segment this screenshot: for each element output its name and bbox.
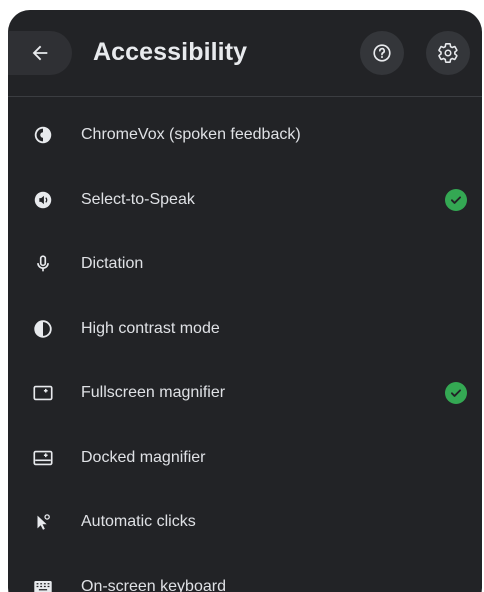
enabled-check-icon [445, 382, 467, 405]
item-label: Automatic clicks [81, 513, 196, 531]
list-item-on-screen-keyboard[interactable]: On-screen keyboard [8, 555, 482, 592]
auto-click-icon [32, 511, 54, 533]
chromevox-icon [32, 124, 54, 146]
keyboard-icon [32, 576, 54, 592]
item-label: On-screen keyboard [81, 577, 226, 592]
docked-magnifier-icon [32, 447, 54, 469]
contrast-icon [32, 318, 54, 340]
accessibility-panel: Accessibility ChromeVox (spoken feedback… [8, 10, 482, 592]
header: Accessibility [8, 10, 482, 97]
item-label: Docked magnifier [81, 448, 206, 466]
item-label: ChromeVox (spoken feedback) [81, 126, 301, 144]
enabled-check-icon [445, 188, 467, 211]
list-item-fullscreen-magnifier[interactable]: Fullscreen magnifier [8, 361, 482, 426]
item-label: Fullscreen magnifier [81, 384, 226, 402]
list-item-dictation[interactable]: Dictation [8, 232, 482, 297]
item-label: Select-to-Speak [81, 190, 195, 208]
settings-button[interactable] [426, 31, 470, 75]
microphone-icon [32, 253, 54, 275]
item-label: Dictation [81, 255, 144, 273]
list-item-chromevox[interactable]: ChromeVox (spoken feedback) [8, 103, 482, 168]
gear-icon [438, 43, 458, 63]
help-circle-icon [373, 44, 391, 62]
fullscreen-magnifier-icon [32, 382, 54, 404]
back-button[interactable] [8, 31, 72, 75]
accessibility-feature-list: ChromeVox (spoken feedback) Select-to-Sp… [8, 103, 482, 592]
help-button[interactable] [360, 31, 404, 75]
arrow-back-icon [32, 45, 48, 61]
select-to-speak-icon [32, 189, 54, 211]
list-item-docked-magnifier[interactable]: Docked magnifier [8, 426, 482, 491]
page-title: Accessibility [93, 38, 248, 66]
list-item-select-to-speak[interactable]: Select-to-Speak [8, 168, 482, 233]
list-item-automatic-clicks[interactable]: Automatic clicks [8, 490, 482, 555]
list-item-high-contrast[interactable]: High contrast mode [8, 297, 482, 362]
item-label: High contrast mode [81, 319, 220, 337]
